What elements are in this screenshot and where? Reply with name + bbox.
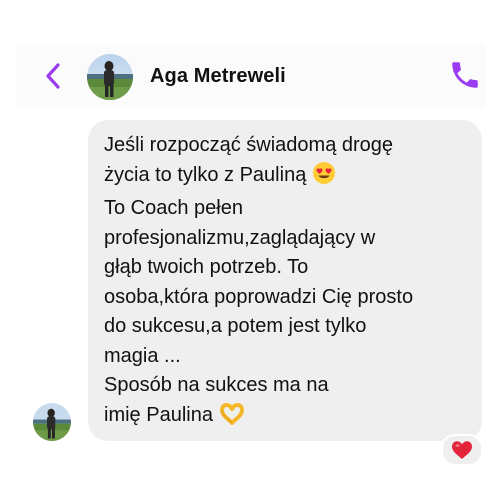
- message-line: imię Paulina: [104, 403, 213, 426]
- contact-name[interactable]: Aga Metreweli: [150, 65, 286, 88]
- contact-avatar[interactable]: [87, 54, 133, 100]
- chat-screen: Aga Metreweli Jeśli rozpocząć świadomą d…: [0, 0, 500, 500]
- message-text: Jeśli rozpocząć świadomą drogę życia to …: [104, 131, 474, 434]
- red-heart-icon: [452, 441, 472, 459]
- chevron-left-icon: [46, 63, 60, 89]
- sender-avatar[interactable]: [33, 403, 71, 441]
- audio-call-button[interactable]: [448, 58, 482, 92]
- message-line: Sposób na sukces ma na: [104, 374, 329, 396]
- reaction-badge[interactable]: [441, 434, 483, 466]
- message-line-with-emoji: życia to tylko z Pauliną: [104, 161, 474, 195]
- message-line: Jeśli rozpocząć świadomą drogę: [104, 134, 394, 156]
- heart-eyes-emoji-icon: [312, 161, 336, 195]
- back-button[interactable]: [41, 61, 67, 91]
- message-line: profesjonalizmu,zaglądający w: [104, 226, 376, 249]
- message-line: życia to tylko z Pauliną: [104, 163, 307, 186]
- message-line: do sukcesu,a potem jest tylko: [104, 315, 367, 337]
- message-line: głąb twoich potrzeb. To: [104, 256, 309, 278]
- message-line: To Coach pełen: [104, 197, 243, 219]
- message-line-with-emoji: imię Paulina: [104, 401, 474, 435]
- message-line: magia ...: [104, 344, 181, 367]
- message-line: osoba,która poprowadzi Cię prosto: [104, 285, 414, 308]
- heart-hands-emoji-icon: [219, 402, 245, 435]
- chat-header: Aga Metreweli: [16, 44, 486, 108]
- phone-icon: [452, 62, 478, 88]
